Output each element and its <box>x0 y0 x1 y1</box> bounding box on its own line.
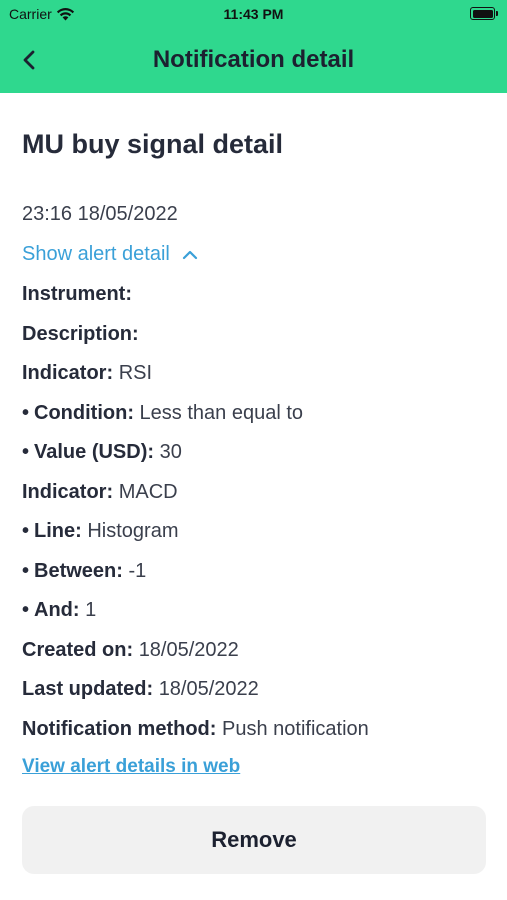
detail-label: Between: <box>34 559 123 582</box>
detail-row: • Between: -1 <box>22 560 146 583</box>
detail-row: Indicator: RSI <box>22 362 152 385</box>
detail-value: 18/05/2022 <box>158 678 259 700</box>
bullet-icon: • <box>22 559 30 582</box>
detail-row: Indicator: MACD <box>22 481 178 504</box>
detail-row: • Condition: Less than equal to <box>22 402 303 425</box>
view-alert-details-link[interactable]: View alert details in web <box>22 756 240 778</box>
nav-title: Notification detail <box>152 46 355 73</box>
detail-label: Description: <box>22 322 139 345</box>
detail-value: -1 <box>128 559 147 582</box>
detail-row: Last updated: 18/05/2022 <box>22 678 259 701</box>
detail-row: • Line: Histogram <box>22 520 179 543</box>
detail-value: 18/05/2022 <box>138 638 239 661</box>
detail-value: Histogram <box>87 520 179 542</box>
bullet-icon: • <box>22 401 30 424</box>
detail-value: 1 <box>85 599 97 621</box>
detail-label: And: <box>34 599 80 621</box>
detail-label: Notification method: <box>22 717 217 740</box>
detail-value: Less than equal to <box>139 401 304 424</box>
timestamp: 23:16 18/05/2022 <box>22 203 178 225</box>
detail-label: Value (USD): <box>34 441 155 463</box>
page-title: MU buy signal detail <box>22 129 284 159</box>
detail-label: Indicator: <box>22 362 114 384</box>
detail-row: Notification method: Push notification <box>22 718 369 741</box>
detail-row: • And: 1 <box>22 599 96 622</box>
nav-bar: Notification detail <box>0 28 507 93</box>
detail-label: Condition: <box>34 401 134 424</box>
detail-value: RSI <box>118 362 153 384</box>
status-bar: Carrier 11:43 PM <box>0 0 507 28</box>
detail-value: 30 <box>159 441 182 463</box>
detail-row: Created on: 18/05/2022 <box>22 639 239 662</box>
chevron-up-icon <box>182 250 197 259</box>
detail-value: Push notification <box>222 717 369 740</box>
bullet-icon: • <box>22 599 30 621</box>
detail-label: Indicator: <box>22 480 114 503</box>
detail-label: Last updated: <box>22 678 154 700</box>
detail-label: Created on: <box>22 638 134 661</box>
bullet-icon: • <box>22 441 30 463</box>
bullet-icon: • <box>22 520 30 542</box>
detail-row: Instrument: <box>22 283 132 306</box>
detail-value: MACD <box>118 480 178 503</box>
battery-icon <box>470 7 498 20</box>
remove-button[interactable]: Remove <box>22 806 486 874</box>
clock: 11:43 PM <box>223 6 284 22</box>
toggle-label: Show alert detail <box>22 243 170 265</box>
detail-label: Line: <box>34 520 82 542</box>
detail-row: Description: <box>22 323 139 346</box>
show-alert-detail-toggle[interactable]: Show alert detail <box>22 243 198 266</box>
detail-row: • Value (USD): 30 <box>22 441 182 464</box>
detail-label: Instrument: <box>22 283 132 305</box>
header: Carrier 11:43 PM Notification detail <box>0 0 507 93</box>
